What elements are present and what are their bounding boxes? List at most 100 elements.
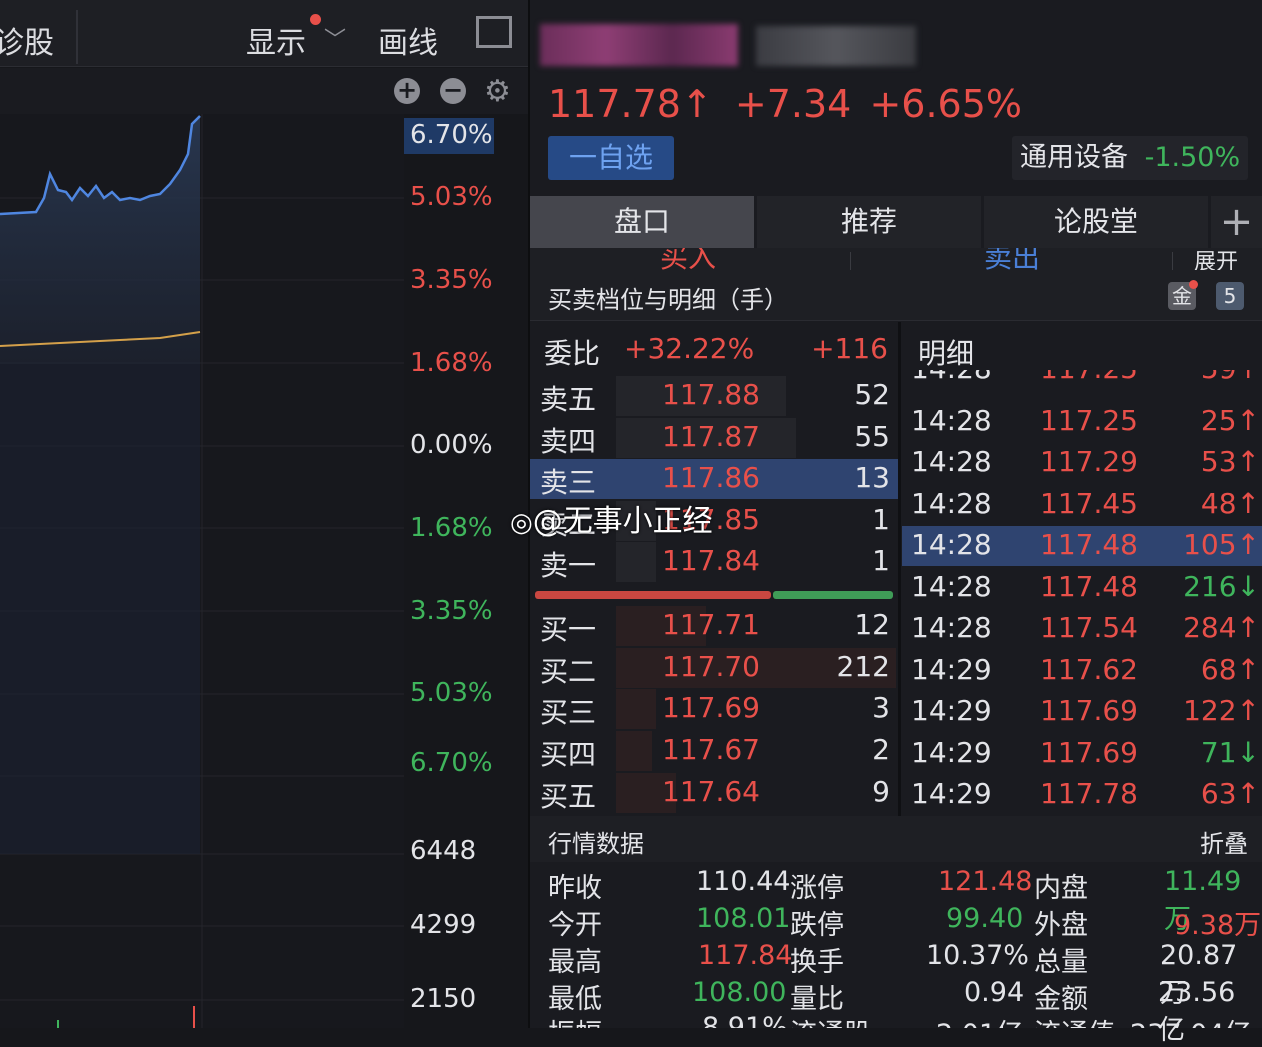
ask-volume: 1 — [872, 503, 890, 536]
ratio-label: 委比 — [544, 337, 601, 370]
trade-price: 117.78 — [1040, 777, 1138, 810]
gear-icon[interactable]: ⚙ — [484, 74, 511, 109]
bid-label: 买四 — [540, 738, 597, 771]
axis-label: 3.35% — [410, 596, 493, 626]
collapse-button[interactable]: 折叠 — [1200, 824, 1248, 859]
tab-forum[interactable]: 论股堂 — [984, 196, 1208, 248]
ask-label: 卖四 — [540, 425, 597, 458]
market-key: 振幅 — [548, 1014, 602, 1028]
bid-price: 117.71 — [662, 608, 760, 641]
tab-recommend[interactable]: 推荐 — [757, 196, 981, 248]
chart-toolbar: 诊股 显示 ﹀ 画线 — [0, 0, 528, 67]
expand-subtab[interactable]: 展开 — [1194, 248, 1238, 270]
bid-row[interactable]: 买一 117.71 12 — [530, 606, 898, 646]
trade-row-partial[interactable]: 14:28 117.25 59↑ — [902, 370, 1262, 392]
trade-time: 14:28 — [911, 404, 992, 437]
trade-row[interactable]: 14:28 117.54 284↑ — [902, 609, 1262, 649]
stock-code-blurred — [756, 26, 916, 66]
market-key: 最高 — [548, 947, 602, 978]
ask-row-highlighted[interactable]: 卖三 117.86 13 — [530, 459, 898, 499]
trade-row[interactable]: 14:28 117.45 48↑ — [902, 485, 1262, 525]
trade-row[interactable]: 14:29 117.62 68↑ — [902, 651, 1262, 691]
tab-orderbook[interactable]: 盘口 — [530, 196, 754, 248]
axis-label: 5.03% — [410, 678, 493, 708]
draw-line-button[interactable]: 画线 — [378, 18, 438, 62]
bid-label: 买一 — [540, 613, 597, 646]
trade-row-highlighted[interactable]: 14:28 117.48 105↑ — [902, 526, 1262, 566]
watermark-text: @无事小正经 — [532, 504, 713, 539]
display-menu[interactable]: 显示 — [246, 18, 306, 62]
layout-icon[interactable] — [476, 16, 512, 48]
market-key: 金额 — [1034, 984, 1088, 1015]
ask-volume: 52 — [854, 378, 890, 411]
bid-volume: 9 — [872, 775, 890, 808]
add-tab-button[interactable]: + — [1211, 196, 1262, 248]
ask-price: 117.87 — [662, 420, 760, 453]
industry-name: 通用设备 — [1020, 142, 1128, 173]
trade-row[interactable]: 14:29 117.69 122↑ — [902, 692, 1262, 732]
trade-volume: 59↑ — [1201, 370, 1260, 385]
trade-volume: 216↓ — [1183, 570, 1260, 603]
chevron-down-icon[interactable]: ﹀ — [324, 22, 346, 54]
sell-subtab[interactable]: 卖出 — [984, 248, 1040, 270]
market-value: 121.48 — [938, 866, 1033, 897]
market-key: 流通值 — [1034, 1014, 1115, 1028]
market-value: 10.37% — [926, 940, 1029, 971]
ask-row[interactable]: 卖四 117.87 55 — [530, 418, 898, 458]
zoom-in-icon[interactable]: + — [394, 78, 420, 104]
section-title: 买卖档位与明细（手） — [548, 286, 788, 314]
quote-tabs: 盘口 推荐 论股堂 + — [530, 196, 1262, 248]
market-key: 最低 — [548, 984, 602, 1015]
depth-level-badge[interactable]: 5 — [1216, 282, 1244, 310]
ask-row[interactable]: 卖一 117.84 1 — [530, 542, 898, 582]
market-key: 昨收 — [548, 873, 602, 904]
weibo-logo-icon: ◎ — [510, 508, 533, 538]
notification-dot — [310, 14, 321, 25]
industry-badge[interactable]: 通用设备 -1.50% — [1012, 136, 1248, 180]
trade-time: 14:29 — [911, 777, 992, 810]
trade-volume: 63↑ — [1200, 777, 1260, 810]
trade-price: 117.25 — [1040, 370, 1138, 385]
market-key: 外盘 — [1034, 910, 1088, 941]
bid-row[interactable]: 买三 117.69 3 — [530, 689, 898, 729]
trade-volume: 284↑ — [1183, 611, 1260, 644]
trade-row[interactable]: 14:29 117.69 71↓ — [902, 734, 1262, 774]
trade-time: 14:28 — [911, 445, 992, 478]
trade-row[interactable]: 14:28 117.48 216↓ — [902, 568, 1262, 608]
trade-row[interactable]: 14:29 117.78 63↑ — [902, 775, 1262, 815]
market-key: 涨停 — [790, 873, 844, 904]
trade-volume: 105↑ — [1183, 528, 1260, 561]
bid-volume: 3 — [872, 691, 890, 724]
trade-row[interactable]: 14:28 117.29 53↑ — [902, 443, 1262, 483]
bid-row[interactable]: 买五 117.64 9 — [530, 773, 898, 813]
ask-row[interactable]: 卖五 117.88 52 — [530, 376, 898, 416]
market-value: 23.56亿 — [1158, 977, 1236, 1046]
add-watchlist-button[interactable]: 一自选 — [548, 136, 674, 180]
trade-price: 117.45 — [1040, 487, 1138, 520]
trade-price: 117.69 — [1040, 736, 1138, 769]
ask-volume: 1 — [872, 544, 890, 577]
zoom-out-icon[interactable]: − — [440, 78, 466, 104]
price-change: +7.34 — [734, 82, 852, 126]
bid-volume: 12 — [854, 608, 890, 641]
axis-label-top: 6.70% — [410, 120, 493, 150]
trade-price: 117.69 — [1040, 694, 1138, 727]
market-value: 108.00 — [692, 977, 787, 1008]
bid-volume: 2 — [872, 733, 890, 766]
notification-dot — [1189, 280, 1198, 289]
market-value: 8.91% — [702, 1014, 788, 1028]
market-key: 量比 — [790, 984, 844, 1015]
trade-row[interactable]: 14:28 117.25 25↑ — [902, 402, 1262, 442]
intraday-chart-svg — [0, 114, 404, 1028]
buy-subtab[interactable]: 买入 — [660, 248, 716, 270]
divider — [1172, 252, 1173, 270]
axis-label: 3.35% — [410, 265, 493, 295]
market-value: 0.94 — [964, 977, 1025, 1008]
bid-row[interactable]: 买四 117.67 2 — [530, 731, 898, 771]
bid-row[interactable]: 买二 117.70 212 — [530, 648, 898, 688]
market-data-title: 行情数据 — [548, 830, 644, 858]
bid-label: 买二 — [540, 655, 597, 688]
market-key: 内盘 — [1034, 873, 1088, 904]
diagnose-tab[interactable]: 诊股 — [0, 18, 54, 62]
last-price: 117.78↑ — [548, 82, 713, 126]
